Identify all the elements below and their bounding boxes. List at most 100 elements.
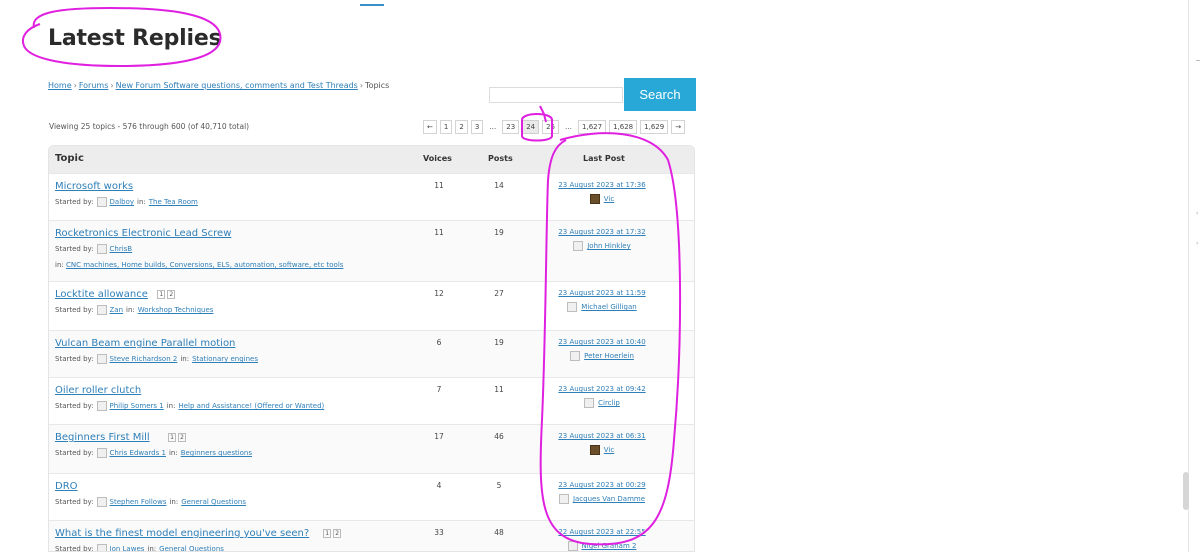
- last-post-date-link[interactable]: 23 August 2023 at 06:31: [544, 432, 660, 440]
- topic-forum-line: in: CNC machines, Home builds, Conversio…: [55, 261, 343, 269]
- scrollbar-thumb[interactable]: [1183, 472, 1189, 510]
- author-avatar: [96, 354, 107, 364]
- breadcrumb-forum[interactable]: New Forum Software questions, comments a…: [116, 81, 358, 90]
- topic-pages: 12: [157, 290, 176, 299]
- topic-author-link[interactable]: Stephen Follows: [110, 498, 167, 506]
- topic-meta: Started by: Stephen Follows in: General Qu…: [55, 497, 246, 507]
- last-post-date-link[interactable]: 23 August 2023 at 00:29: [544, 481, 660, 489]
- prev-page-button[interactable]: ←: [423, 120, 437, 134]
- pagination-page[interactable]: 25: [542, 120, 560, 134]
- table-header: Topic Voices Posts Last Post: [49, 146, 694, 173]
- breadcrumb-separator: ›: [359, 81, 364, 90]
- author-avatar: [96, 401, 107, 411]
- header-posts: Posts: [488, 154, 513, 163]
- topic-forum-link[interactable]: Help and Assistance! (Offered or Wanted): [178, 402, 324, 410]
- topic-forum-link[interactable]: General Questions: [159, 545, 224, 551]
- last-post-date-link[interactable]: 23 August 2023 at 11:59: [544, 289, 660, 297]
- topic-author-link[interactable]: Zan: [110, 306, 124, 314]
- topic-page-link[interactable]: 2: [178, 433, 186, 442]
- last-post-user-link[interactable]: John Hinkley: [587, 242, 631, 250]
- last-post-date-link[interactable]: 22 August 2023 at 22:55: [544, 528, 660, 536]
- breadcrumb-forums[interactable]: Forums: [79, 81, 109, 90]
- topic-author-link[interactable]: ChrisB: [110, 245, 133, 253]
- table-row: What is the finest model engineering you…: [49, 520, 694, 552]
- topic-title-link[interactable]: Microsoft works: [55, 181, 133, 192]
- table-row: Oiler roller clutch Started by: Philip Som…: [49, 377, 694, 424]
- topic-forum-link[interactable]: Beginners questions: [181, 449, 252, 457]
- last-post-user-link[interactable]: Circlip: [598, 399, 620, 407]
- last-user-avatar: [558, 494, 569, 504]
- last-post-date-link[interactable]: 23 August 2023 at 09:42: [544, 385, 660, 393]
- topic-forum-link[interactable]: CNC machines, Home builds, Conversions, …: [66, 261, 343, 269]
- pagination-current[interactable]: 24: [522, 120, 540, 134]
- topic-author-link[interactable]: Philip Somers 1: [110, 402, 164, 410]
- topic-author-link[interactable]: Dalboy: [110, 198, 135, 206]
- table-row: DRO Started by: Stephen Follows in: General…: [49, 473, 694, 520]
- table-row: Microsoft works Started by: Dalboy in: The …: [49, 173, 694, 220]
- last-post-date-link[interactable]: 23 August 2023 at 17:32: [544, 228, 660, 236]
- breadcrumb-home[interactable]: Home: [48, 81, 72, 90]
- topic-forum-link[interactable]: The Tea Room: [149, 198, 198, 206]
- last-post-user-link[interactable]: Jacques Van Damme: [573, 495, 645, 503]
- in-label: in:: [126, 306, 135, 314]
- topic-forum-link[interactable]: Workshop Techniques: [138, 306, 214, 314]
- topic-meta: Started by: Steve Richardson 2 in: Station…: [55, 354, 258, 364]
- edge-mark: [1196, 60, 1200, 61]
- topic-author-link[interactable]: Steve Richardson 2: [110, 355, 178, 363]
- author-avatar: [96, 305, 107, 315]
- viewing-count: Viewing 25 topics - 576 through 600 (of …: [49, 122, 250, 131]
- search-button[interactable]: Search: [624, 78, 696, 111]
- last-post-user-link[interactable]: Nigel Graham 2: [582, 542, 637, 550]
- topic-page-link[interactable]: 1: [168, 433, 176, 442]
- last-post-date-link[interactable]: 23 August 2023 at 17:36: [544, 181, 660, 189]
- last-post-user: Michael Gilligan: [544, 302, 660, 312]
- topic-page-link[interactable]: 2: [167, 290, 176, 299]
- in-label: in:: [147, 545, 157, 552]
- topic-author-link[interactable]: Jon Lawes: [110, 545, 145, 551]
- breadcrumb-current: Topics: [365, 81, 390, 90]
- topic-title-link[interactable]: Locktite allowance: [55, 289, 148, 300]
- table-row: Vulcan Beam engine Parallel motion Starte…: [49, 330, 694, 377]
- topic-page-link[interactable]: 1: [157, 290, 166, 299]
- last-post-user: John Hinkley: [544, 241, 660, 251]
- posts-count: 14: [494, 181, 504, 190]
- last-user-avatar: [567, 302, 578, 312]
- topic-title-link[interactable]: What is the finest model engineering you…: [55, 528, 309, 539]
- topic-meta: Started by: Dalboy in: The Tea Room: [55, 197, 198, 207]
- page-edge: [1188, 0, 1189, 552]
- last-post-user-link[interactable]: Vic: [604, 195, 614, 203]
- in-label: in:: [168, 449, 178, 457]
- top-accent-line: [360, 4, 384, 6]
- topic-author-link[interactable]: Chris Edwards 1: [110, 449, 166, 457]
- last-post-user-link[interactable]: Peter Hoerlein: [584, 352, 634, 360]
- pagination-page[interactable]: 1,627: [578, 120, 607, 134]
- pagination-page[interactable]: 1,628: [609, 120, 638, 134]
- author-avatar: [96, 197, 107, 207]
- topic-page-link[interactable]: 1: [323, 529, 332, 538]
- author-avatar: [96, 544, 107, 551]
- topic-forum-link[interactable]: Stationary engines: [192, 355, 258, 363]
- last-post-date-link[interactable]: 23 August 2023 at 10:40: [544, 338, 660, 346]
- header-voices: Voices: [423, 154, 452, 163]
- pagination-page[interactable]: 23: [502, 120, 520, 134]
- author-avatar: [96, 448, 107, 458]
- pagination-page[interactable]: 1: [439, 120, 453, 134]
- topic-title-link[interactable]: Beginners First Mill: [55, 432, 150, 443]
- topic-title-link[interactable]: Rocketronics Electronic Lead Screw: [55, 228, 231, 239]
- topic-meta: Started by: Jon Lawes in: General Question…: [55, 544, 224, 552]
- started-by-label: Started by:: [55, 449, 94, 457]
- topics-table: Topic Voices Posts Last Post Microsoft w…: [48, 145, 695, 552]
- topic-page-link[interactable]: 2: [333, 529, 342, 538]
- pagination-page[interactable]: 3: [470, 120, 484, 134]
- topic-forum-link[interactable]: General Questions: [181, 498, 246, 506]
- last-post-user-link[interactable]: Vic: [604, 446, 614, 454]
- search-input[interactable]: [489, 87, 623, 103]
- next-page-button[interactable]: →: [671, 120, 686, 134]
- topic-title-link[interactable]: Oiler roller clutch: [55, 385, 141, 396]
- topic-title-link[interactable]: DRO: [55, 481, 78, 492]
- table-row: Locktite allowance 1 2 Started by: Zan in: Wo…: [49, 281, 694, 330]
- pagination-page[interactable]: 1,629: [640, 120, 669, 134]
- last-post-user-link[interactable]: Michael Gilligan: [581, 303, 636, 311]
- topic-title-link[interactable]: Vulcan Beam engine Parallel motion: [55, 338, 235, 349]
- pagination-page[interactable]: 2: [455, 120, 468, 134]
